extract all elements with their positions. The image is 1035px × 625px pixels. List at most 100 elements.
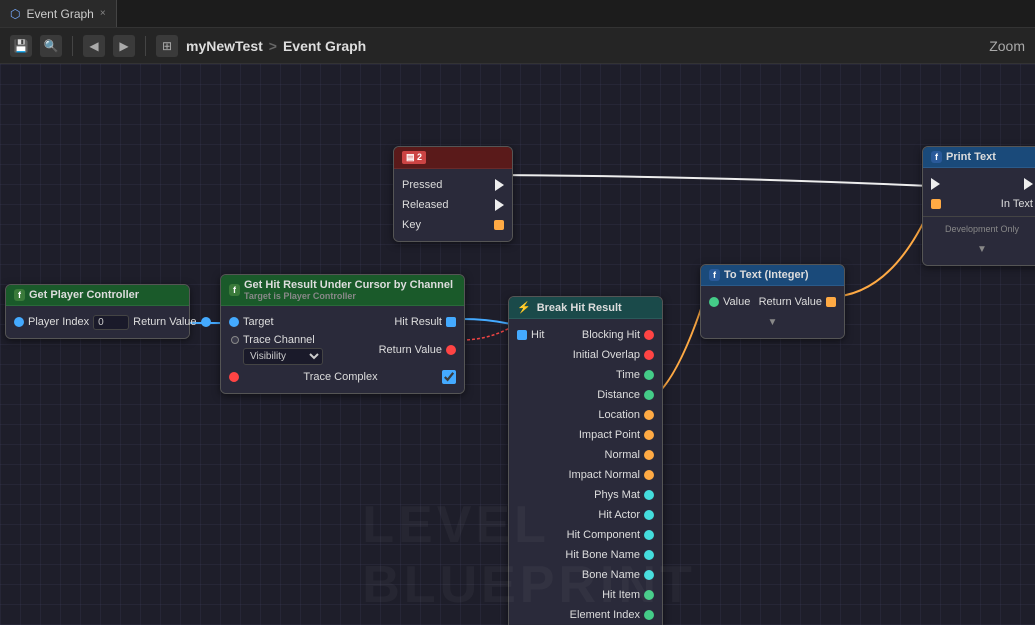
break-hit-body: Hit Blocking Hit Initial Overlap Time Di… [509, 319, 662, 625]
player-index-input[interactable] [93, 315, 129, 330]
breadcrumb-project[interactable]: myNewTest [186, 38, 263, 54]
distance-label: Distance [597, 389, 640, 401]
break-hit-header: ⚡ Break Hit Result [509, 297, 662, 319]
element-index-label: Element Index [570, 609, 640, 621]
print-intext-row: In Text [923, 194, 1035, 214]
get-hit-return-label: Return Value [379, 344, 442, 356]
dev-only-label: Development Only [945, 224, 1019, 234]
graph-canvas[interactable]: ▤ 2 Pressed Released Key f Print Text [0, 64, 1035, 625]
impact-normal-label: Impact Normal [568, 469, 640, 481]
hit-item-label: Hit Item [602, 589, 640, 601]
print-intext-pin[interactable] [931, 199, 941, 209]
released-exec-pin[interactable] [495, 199, 504, 211]
grid-button[interactable]: ⊞ [156, 35, 178, 57]
zoom-label: Zoom [989, 38, 1025, 54]
to-text-body: Value Return Value ▼ [701, 286, 844, 338]
normal-pin[interactable] [644, 450, 654, 460]
forward-button[interactable]: ▶ [113, 35, 135, 57]
time-pin[interactable] [644, 370, 654, 380]
to-text-title: To Text (Integer) [724, 269, 809, 281]
location-row: Location [509, 405, 662, 425]
impact-point-pin[interactable] [644, 430, 654, 440]
back-button[interactable]: ◀ [83, 35, 105, 57]
to-text-return-pin[interactable] [826, 297, 836, 307]
tab-icon: ⬡ [10, 7, 20, 21]
print-exec-in-pin[interactable] [931, 178, 940, 190]
bone-name-pin[interactable] [644, 570, 654, 580]
initial-overlap-pin[interactable] [644, 350, 654, 360]
print-text-node: f Print Text In Text Development Only ▼ [922, 146, 1035, 266]
print-text-header: f Print Text [923, 147, 1035, 168]
return-value-right: Return Value [133, 316, 210, 328]
event-graph-tab[interactable]: ⬡ Event Graph × [0, 0, 117, 27]
get-player-body: Player Index Return Value [6, 306, 189, 338]
player-index-row: Player Index Return Value [6, 312, 189, 332]
browse-icon[interactable]: 🔍 [40, 35, 62, 57]
impact-normal-row: Impact Normal [509, 465, 662, 485]
target-pin[interactable] [229, 317, 239, 327]
hit-bone-name-pin[interactable] [644, 550, 654, 560]
close-tab-button[interactable]: × [100, 8, 106, 19]
to-text-value-row: Value Return Value [701, 292, 844, 312]
to-text-header: f To Text (Integer) [701, 265, 844, 286]
key-pin[interactable] [494, 220, 504, 230]
hit-component-pin[interactable] [644, 530, 654, 540]
hit-result-right: Hit Result [394, 316, 456, 328]
return-value-row: Return Value [379, 344, 456, 356]
to-text-func-icon: f [709, 269, 720, 281]
breadcrumb-sep: > [269, 38, 277, 54]
trace-channel-pin[interactable] [231, 336, 239, 344]
print-exec-out-pin[interactable] [1024, 178, 1033, 190]
hit-result-pin[interactable] [446, 317, 456, 327]
blocking-hit-pin[interactable] [644, 330, 654, 340]
print-text-title: Print Text [946, 151, 996, 163]
distance-pin[interactable] [644, 390, 654, 400]
pressed-label: Pressed [402, 179, 442, 191]
player-index-label: Player Index [28, 316, 89, 328]
element-index-pin[interactable] [644, 610, 654, 620]
trace-complex-pin[interactable] [229, 372, 239, 382]
location-pin[interactable] [644, 410, 654, 420]
hit-pin[interactable] [517, 330, 527, 340]
trace-complex-label: Trace Complex [303, 371, 377, 383]
player-index-left: Player Index [14, 315, 129, 330]
save-icon[interactable]: 💾 [10, 35, 32, 57]
hit-component-row: Hit Component [509, 525, 662, 545]
to-text-chevron-row: ▼ [701, 312, 844, 332]
trace-complex-row: Trace Complex [221, 367, 464, 387]
phys-mat-pin[interactable] [644, 490, 654, 500]
hit-actor-pin[interactable] [644, 510, 654, 520]
to-text-return-label: Return Value [759, 296, 822, 308]
trace-complex-checkbox[interactable] [442, 370, 456, 384]
get-player-header: f Get Player Controller [6, 285, 189, 306]
to-text-chevron-icon: ▼ [768, 317, 778, 328]
sep1 [72, 36, 73, 56]
impact-normal-pin[interactable] [644, 470, 654, 480]
hit-bone-name-row: Hit Bone Name [509, 545, 662, 565]
normal-label: Normal [605, 449, 640, 461]
get-hit-return-pin[interactable] [446, 345, 456, 355]
trace-channel-select-wrap: Visibility Camera [243, 348, 323, 365]
hit-component-label: Hit Component [567, 529, 640, 541]
return-value-pin[interactable] [201, 317, 211, 327]
sep2 [145, 36, 146, 56]
print-intext-label: In Text [1001, 198, 1033, 210]
to-text-integer-node: f To Text (Integer) Value Return Value ▼ [700, 264, 845, 339]
trace-channel-select[interactable]: Visibility Camera [243, 348, 323, 365]
input-key-row: Key [394, 215, 512, 235]
pressed-exec-pin[interactable] [495, 179, 504, 191]
break-hit-result-node: ⚡ Break Hit Result Hit Blocking Hit Init… [508, 296, 663, 625]
value-left: Value [709, 296, 750, 308]
breadcrumb-graph[interactable]: Event Graph [283, 38, 366, 54]
player-index-pin[interactable] [14, 317, 24, 327]
input-pressed-row: Pressed [394, 175, 512, 195]
location-label: Location [598, 409, 640, 421]
value-pin[interactable] [709, 297, 719, 307]
chevron-down-icon: ▼ [977, 244, 987, 255]
element-index-row: Element Index [509, 605, 662, 625]
hit-item-pin[interactable] [644, 590, 654, 600]
return-value-label: Return Value [133, 316, 196, 328]
released-label: Released [402, 199, 448, 211]
time-label: Time [616, 369, 640, 381]
phys-mat-label: Phys Mat [594, 489, 640, 501]
